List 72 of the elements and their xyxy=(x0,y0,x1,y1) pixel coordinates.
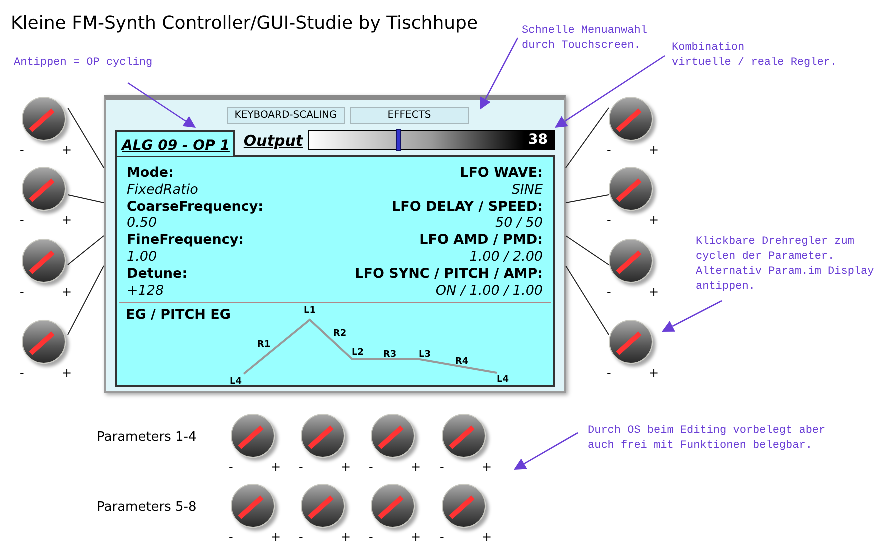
plus-label: + xyxy=(341,461,352,473)
envelope-label: L1 xyxy=(304,306,316,316)
minus-label: - xyxy=(299,531,304,543)
menu-button[interactable]: EFFECTS xyxy=(350,107,469,124)
minus-label: - xyxy=(369,461,374,473)
minus-label: - xyxy=(20,367,24,379)
envelope-label: L4 xyxy=(497,375,509,386)
envelope-label: R3 xyxy=(383,350,397,360)
plus-label: + xyxy=(341,531,352,543)
menu-button[interactable]: KEYBOARD-SCALING xyxy=(227,107,345,124)
minus-label: - xyxy=(440,461,444,473)
annotation-note: Kombination virtuelle / reale Regler. xyxy=(672,41,838,71)
parameter-label[interactable]: Detune: xyxy=(127,266,264,283)
plus-label: + xyxy=(411,461,422,473)
plus-label: + xyxy=(271,531,282,543)
minus-label: - xyxy=(440,531,444,543)
operator-tab[interactable]: ALG 09 - OP 1 xyxy=(115,130,235,156)
annotation-note: Klickbare Drehregler zum cyclen der Parameter. Alternativ Param.im Display antippen. xyxy=(696,235,874,295)
parameter-row-label: Parameters 5-8 xyxy=(97,499,197,517)
minus-label: - xyxy=(299,461,304,473)
minus-label: - xyxy=(369,531,374,543)
plus-label: + xyxy=(62,144,72,156)
minus-label: - xyxy=(229,461,234,473)
eg-title: EG / PITCH EG xyxy=(126,306,231,326)
parameter-label[interactable]: LFO SYNC / PITCH / AMP: xyxy=(355,266,543,283)
envelope-label: R2 xyxy=(333,329,347,340)
envelope-label: R4 xyxy=(455,357,469,368)
parameter-value[interactable]: ON / 1.00 / 1.00 xyxy=(436,282,543,300)
annotation-note: Durch OS beim Editing vorbelegt aber auch frei mit Funktionen belegbar. xyxy=(588,424,826,454)
envelope-label: L3 xyxy=(419,350,431,360)
envelope-label: L2 xyxy=(352,348,364,358)
minus-label: - xyxy=(607,144,612,156)
parameter-value[interactable]: FixedRatio xyxy=(127,182,264,199)
annotation-note: Schnelle Menuanwahl durch Touchscreen. xyxy=(522,24,648,54)
parameter-value[interactable]: +128 xyxy=(127,282,264,300)
plus-label: + xyxy=(482,461,492,473)
minus-label: - xyxy=(607,214,612,226)
plus-label: + xyxy=(411,531,422,543)
envelope-label: L4 xyxy=(230,377,242,388)
output-slider[interactable]: 38 xyxy=(308,130,555,150)
parameter-label[interactable]: LFO WAVE: xyxy=(460,165,543,182)
annotation-note: Antippen = OP cycling xyxy=(14,56,153,71)
parameter-label[interactable]: FineFrequency: xyxy=(127,232,264,249)
minus-label: - xyxy=(229,531,234,543)
minus-label: - xyxy=(20,286,24,298)
minus-label: - xyxy=(607,286,612,298)
plus-label: + xyxy=(271,461,282,473)
parameter-value[interactable]: 50 / 50 xyxy=(496,215,543,232)
plus-label: + xyxy=(649,367,660,379)
output-label: Output xyxy=(244,134,304,149)
parameter-value[interactable]: SINE xyxy=(512,182,543,199)
plus-label: + xyxy=(482,531,492,543)
parameter-label[interactable]: LFO AMD / PMD: xyxy=(420,232,543,249)
output-value: 38 xyxy=(528,132,548,149)
plus-label: + xyxy=(649,286,660,298)
parameter-value[interactable]: 0.50 xyxy=(127,215,264,232)
minus-label: - xyxy=(20,144,24,156)
page-title: Kleine FM-Synth Controller/GUI-Studie by Tischhupe xyxy=(11,12,478,36)
plus-label: + xyxy=(649,214,660,226)
minus-label: - xyxy=(607,367,612,379)
parameter-label[interactable]: Mode: xyxy=(127,165,264,182)
plus-label: + xyxy=(649,144,660,156)
parameter-value[interactable]: 1.00 xyxy=(127,248,264,266)
parameter-label[interactable]: CoarseFrequency: xyxy=(127,198,264,216)
plus-label: + xyxy=(62,367,72,379)
minus-label: - xyxy=(20,214,24,226)
plus-label: + xyxy=(62,286,72,298)
envelope-label: R1 xyxy=(257,340,271,350)
plus-label: + xyxy=(62,214,72,226)
parameter-value[interactable]: 1.00 / 2.00 xyxy=(470,248,543,266)
parameter-label[interactable]: LFO DELAY / SPEED: xyxy=(392,198,543,216)
parameter-row-label: Parameters 1-4 xyxy=(97,429,197,447)
